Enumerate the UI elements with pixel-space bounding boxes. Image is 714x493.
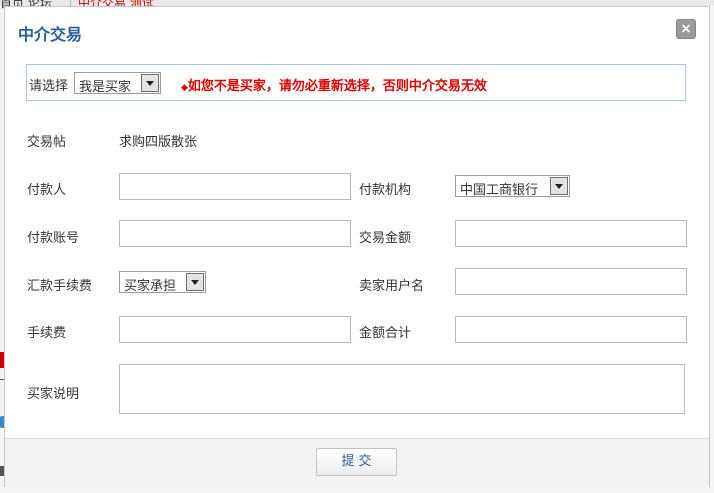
close-icon: ×	[680, 21, 692, 37]
trade-post-value: 求购四版散张	[119, 135, 198, 150]
choose-label: 请选择	[29, 79, 69, 94]
trade-post-label: 交易帖	[27, 135, 67, 150]
amount-input[interactable]	[455, 220, 687, 247]
warning-bullet-icon: ◆	[181, 83, 188, 93]
chevron-down-icon[interactable]	[141, 74, 159, 92]
dialog-footer: 提交	[5, 438, 709, 487]
chevron-down-icon[interactable]	[186, 273, 204, 291]
total-label: 金额合计	[359, 326, 412, 341]
submit-button[interactable]: 提交	[316, 448, 397, 476]
role-select[interactable]: 我是买家	[74, 72, 161, 95]
seller-input[interactable]	[455, 268, 687, 295]
fee-label: 手续费	[27, 326, 67, 341]
fee-bearer-select[interactable]: 买家承担	[119, 271, 206, 294]
pay-account-input[interactable]	[119, 220, 351, 247]
role-warning: ◆如您不是买家，请勿必重新选择，否则中介交易无效	[181, 75, 487, 94]
fee-bearer-select-value: 买家承担	[124, 279, 177, 294]
buyer-note-label: 买家说明	[27, 387, 80, 402]
payer-input[interactable]	[119, 173, 351, 200]
fee-bearer-label: 汇款手续费	[27, 279, 93, 294]
pay-org-select[interactable]: 中国工商银行	[455, 175, 570, 198]
seller-label: 卖家用户名	[359, 279, 425, 294]
chevron-down-icon[interactable]	[550, 177, 568, 195]
escrow-dialog: 中介交易 × 请选择 我是买家 ◆如您不是买家，请勿必重新选择，否则中介交易无效…	[4, 6, 710, 487]
pay-org-label: 付款机构	[359, 183, 412, 198]
pay-org-select-value: 中国工商银行	[460, 183, 539, 198]
amount-label: 交易金额	[359, 231, 412, 246]
fee-input[interactable]	[119, 316, 351, 343]
payer-label: 付款人	[27, 183, 67, 198]
pay-account-label: 付款账号	[27, 231, 80, 246]
close-button[interactable]: ×	[676, 19, 696, 39]
role-choose-panel: 请选择 我是买家 ◆如您不是买家，请勿必重新选择，否则中介交易无效	[26, 64, 686, 101]
dialog-title: 中介交易	[18, 25, 83, 44]
total-input[interactable]	[455, 316, 687, 343]
role-warning-text: 如您不是买家，请勿必重新选择，否则中介交易无效	[187, 79, 487, 94]
buyer-note-textarea[interactable]	[119, 364, 685, 414]
role-select-value: 我是买家	[79, 80, 132, 95]
